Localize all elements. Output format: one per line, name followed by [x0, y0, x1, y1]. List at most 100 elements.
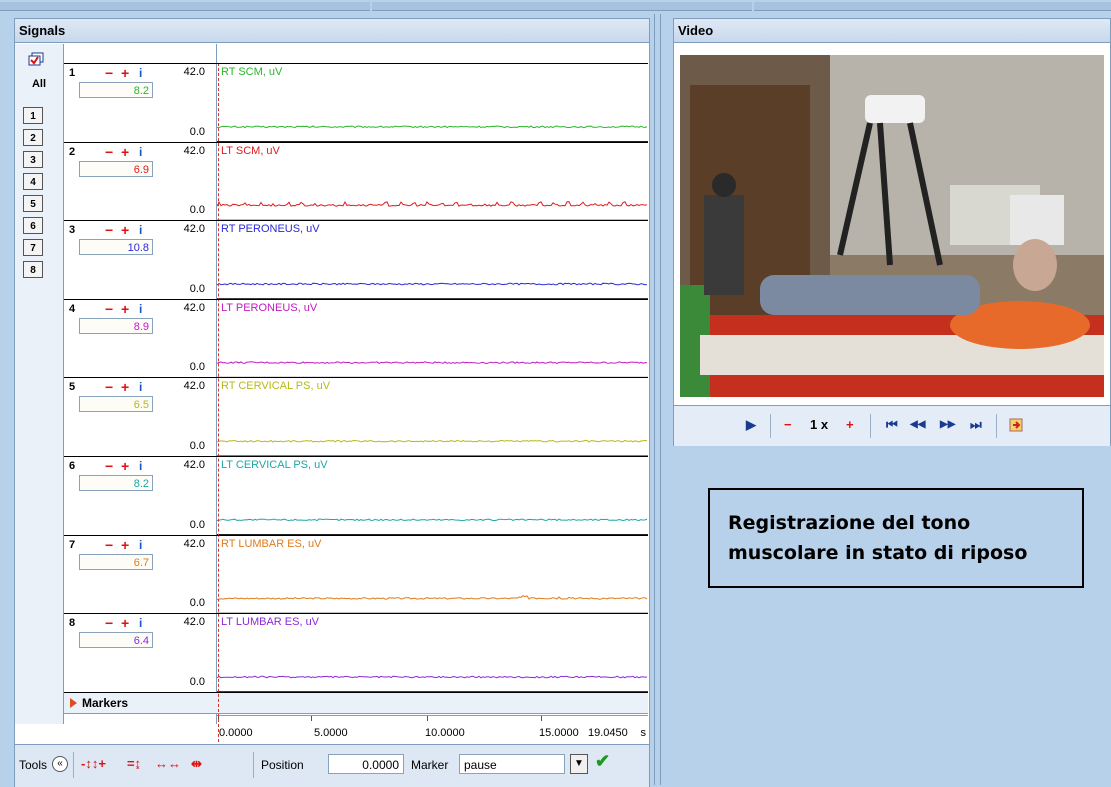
- increase-gain-icon[interactable]: +: [121, 538, 129, 552]
- annotation-text: Registrazione del tono muscolare in stat…: [728, 512, 1028, 564]
- position-input[interactable]: 0.0000: [328, 754, 404, 774]
- channel-info-icon[interactable]: i: [139, 617, 142, 629]
- channel-label: RT CERVICAL PS, uV: [221, 380, 331, 393]
- channel-row-divider: [64, 613, 648, 615]
- channel-selector-column: All 1 2 3 4 5 6 7 8: [15, 44, 64, 724]
- expand-arrow-icon[interactable]: [70, 698, 77, 708]
- increase-gain-icon[interactable]: +: [121, 302, 129, 316]
- channel-number: 7: [69, 538, 76, 551]
- channel-label: RT PERONEUS, uV: [221, 223, 320, 236]
- channel-button-2[interactable]: 2: [23, 129, 43, 146]
- decrease-gain-icon[interactable]: −: [105, 538, 113, 552]
- channel-row-divider: [64, 298, 648, 300]
- collapse-tools-icon[interactable]: «: [52, 756, 68, 772]
- channel-number: 6: [69, 460, 76, 472]
- scale-max-label: 42.0: [183, 301, 205, 314]
- all-channels-button[interactable]: All: [15, 78, 63, 90]
- annotation-box: Registrazione del tono muscolare in stat…: [708, 488, 1084, 588]
- confirm-check-icon[interactable]: ✔: [595, 751, 610, 772]
- channel-button-6[interactable]: 6: [23, 217, 43, 234]
- panel-splitter[interactable]: [652, 14, 664, 785]
- chevron-down-icon[interactable]: ▼: [570, 754, 588, 774]
- first-frame-icon[interactable]: ⏮: [886, 417, 898, 433]
- control-separator: [770, 414, 771, 438]
- vertical-zoom-icon[interactable]: -↕↕+: [81, 756, 106, 771]
- select-all-icon[interactable]: [28, 52, 44, 66]
- channel-info-icon[interactable]: i: [139, 224, 142, 236]
- channel-value: 6.4: [79, 632, 153, 649]
- time-tick-label: 19.0450: [588, 727, 628, 739]
- speed-up-icon[interactable]: +: [846, 417, 854, 432]
- channel-button-5[interactable]: 5: [23, 195, 43, 212]
- speed-down-icon[interactable]: −: [784, 417, 792, 432]
- channel-info-icon[interactable]: i: [139, 460, 142, 472]
- scale-min-label: 0.0: [189, 204, 205, 217]
- last-frame-icon[interactable]: ⏭: [970, 417, 982, 433]
- channel-value: 8.2: [79, 475, 153, 491]
- scale-max-label: 42.0: [183, 537, 205, 550]
- scale-min-label: 0.0: [189, 361, 205, 374]
- channel-value: 10.8: [79, 239, 153, 256]
- channel-value: 6.9: [79, 160, 153, 177]
- video-frame[interactable]: [680, 55, 1104, 397]
- scale-max-label: 42.0: [183, 223, 205, 236]
- scale-max-label: 42.0: [183, 380, 205, 393]
- channel-button-7[interactable]: 7: [23, 239, 43, 256]
- vertical-fit-icon[interactable]: =↨: [127, 756, 141, 771]
- channel-label: LT SCM, uV: [221, 144, 280, 157]
- increase-gain-icon[interactable]: +: [121, 380, 129, 394]
- channel-label: RT LUMBAR ES, uV: [221, 537, 322, 550]
- increase-gain-icon[interactable]: +: [121, 223, 129, 237]
- decrease-gain-icon[interactable]: −: [105, 145, 113, 159]
- channel-row-divider: [64, 534, 648, 536]
- decrease-gain-icon[interactable]: −: [105, 302, 113, 316]
- scale-min-label: 0.0: [189, 125, 205, 138]
- channel-info-icon[interactable]: i: [139, 381, 142, 393]
- increase-gain-icon[interactable]: +: [121, 145, 129, 159]
- export-icon[interactable]: [1008, 417, 1024, 433]
- video-panel-title: Video: [674, 19, 1110, 43]
- decrease-gain-icon[interactable]: −: [105, 459, 113, 473]
- channel-label: LT PERONEUS, uV: [221, 301, 318, 314]
- control-separator: [870, 414, 871, 438]
- channel-info-icon[interactable]: i: [139, 303, 142, 315]
- play-icon[interactable]: ▶: [746, 417, 756, 433]
- channel-value: 8.9: [79, 317, 153, 334]
- increase-gain-icon[interactable]: +: [121, 616, 129, 630]
- position-label: Position: [261, 758, 304, 772]
- marker-select[interactable]: pause: [459, 754, 565, 774]
- previous-frame-icon[interactable]: ◀◀: [910, 419, 925, 430]
- scale-min-label: 0.0: [189, 675, 205, 688]
- decrease-gain-icon[interactable]: −: [105, 66, 113, 80]
- decrease-gain-icon[interactable]: −: [105, 616, 113, 630]
- control-separator: [996, 414, 997, 438]
- video-panel: Video ▶ − 1 x + ⏮ ◀◀ ▶▶ ⏭: [673, 18, 1111, 446]
- time-axis: 0.0000 5.0000 10.0000 15.0000 19.0450 s: [217, 715, 648, 744]
- channel-value: 6.5: [79, 396, 153, 413]
- channel-button-1[interactable]: 1: [23, 107, 43, 124]
- scale-max-label: 42.0: [183, 144, 205, 157]
- horizontal-fit-icon[interactable]: ⇹: [191, 756, 202, 772]
- channel-info-icon[interactable]: i: [139, 539, 142, 551]
- next-frame-icon[interactable]: ▶▶: [940, 419, 955, 430]
- playback-cursor-line[interactable]: [218, 63, 219, 747]
- increase-gain-icon[interactable]: +: [121, 66, 129, 80]
- channel-button-4[interactable]: 4: [23, 173, 43, 190]
- increase-gain-icon[interactable]: +: [121, 459, 129, 473]
- decrease-gain-icon[interactable]: −: [105, 380, 113, 394]
- horizontal-zoom-icon[interactable]: ↔↔: [155, 756, 181, 771]
- channel-button-3[interactable]: 3: [23, 151, 43, 168]
- top-tab-middle: [372, 2, 752, 11]
- decrease-gain-icon[interactable]: −: [105, 223, 113, 237]
- channel-info-icon[interactable]: i: [139, 146, 142, 158]
- channel-number: 8: [69, 617, 76, 630]
- signal-trace-5: [217, 439, 648, 443]
- time-tick-label: 5.0000: [314, 727, 348, 739]
- channel-row-divider: [64, 456, 648, 457]
- channel-row-divider: [64, 377, 648, 379]
- splitter-line: [654, 14, 655, 785]
- channel-button-8[interactable]: 8: [23, 261, 43, 278]
- channel-info-icon[interactable]: i: [139, 67, 142, 79]
- signals-panel-title: Signals: [15, 19, 649, 43]
- markers-row[interactable]: Markers: [64, 692, 648, 714]
